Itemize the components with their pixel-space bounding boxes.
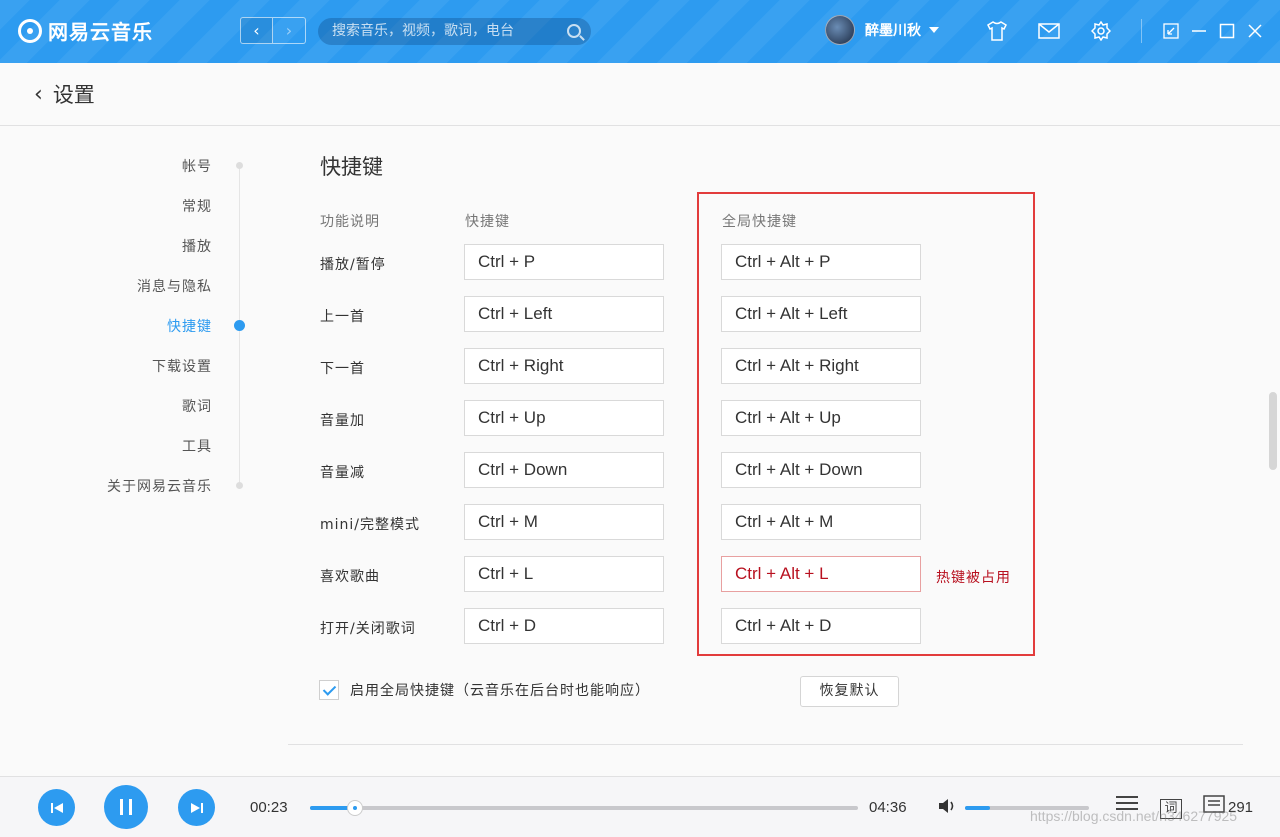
sidenav-item-playback[interactable]: 播放 <box>182 236 212 256</box>
current-time: 00:23 <box>250 799 288 816</box>
sidenav-item-lyrics[interactable]: 歌词 <box>182 396 212 416</box>
scrollbar-thumb[interactable] <box>1269 392 1277 470</box>
minimize-icon[interactable] <box>1190 22 1208 40</box>
volume-icon[interactable] <box>938 798 958 819</box>
player-bar: 00:23 04:36 词 291 https://blog.csdn.net/… <box>0 776 1280 837</box>
sidenav-dot <box>236 482 243 489</box>
search-icon[interactable] <box>567 24 581 38</box>
shortcut-label: 上一首 <box>320 309 365 325</box>
global-shortcuts-highlight-frame <box>697 192 1035 656</box>
section-divider <box>288 744 1243 745</box>
maximize-icon[interactable] <box>1218 22 1236 40</box>
shortcut-key-field[interactable]: Ctrl + Left <box>464 296 664 332</box>
section-title: 快捷键 <box>320 155 383 179</box>
progress-bar[interactable] <box>310 800 858 816</box>
total-time: 04:36 <box>869 799 907 816</box>
restore-default-button[interactable]: 恢复默认 <box>800 676 899 707</box>
search-input[interactable]: 搜索音乐，视频，歌词，电台 <box>318 18 591 45</box>
sidenav-item-download[interactable]: 下载设置 <box>152 356 212 376</box>
back-button[interactable]: ‹ <box>240 17 273 44</box>
shortcut-label: 播放/暂停 <box>320 257 386 273</box>
app-logo[interactable]: 网易云音乐 <box>18 16 153 45</box>
shortcut-key-field[interactable]: Ctrl + Up <box>464 400 664 436</box>
page-title: 设置 <box>52 83 95 107</box>
volume-fill <box>965 806 990 810</box>
sidenav-dot <box>236 162 243 169</box>
forward-button[interactable]: › <box>273 17 306 44</box>
shortcut-label: 打开/关闭歌词 <box>320 621 416 637</box>
toolbar-divider <box>1141 19 1142 43</box>
enable-global-checkbox[interactable] <box>319 680 339 700</box>
previous-icon <box>50 802 63 813</box>
gear-icon[interactable] <box>1089 19 1113 43</box>
back-arrow-icon[interactable]: ‹ <box>34 82 43 107</box>
shortcut-label: 喜欢歌曲 <box>320 569 380 585</box>
skin-shirt-icon[interactable] <box>985 19 1009 43</box>
sidenav-item-account[interactable]: 帐号 <box>182 156 212 176</box>
progress-knob[interactable] <box>347 800 364 816</box>
close-icon[interactable] <box>1246 22 1264 40</box>
enable-global-label[interactable]: 启用全局快捷键（云音乐在后台时也能响应） <box>350 680 650 700</box>
sidenav-item-shortcuts[interactable]: 快捷键 <box>167 316 212 336</box>
shortcut-key-field[interactable]: Ctrl + P <box>464 244 664 280</box>
pause-icon <box>120 799 132 815</box>
next-icon <box>190 802 203 813</box>
user-menu[interactable]: 醉墨川秋 <box>825 15 939 45</box>
chevron-down-icon[interactable] <box>929 27 939 33</box>
sidenav-item-privacy[interactable]: 消息与隐私 <box>137 276 212 296</box>
watermark: https://blog.csdn.net/n346277925 <box>1030 808 1238 824</box>
previous-track-button[interactable] <box>38 789 75 826</box>
window-controls <box>1162 22 1274 40</box>
shortcut-label: 音量减 <box>320 465 365 481</box>
netease-logo-icon <box>18 18 42 43</box>
top-toolbar <box>985 19 1274 43</box>
avatar[interactable] <box>825 15 855 45</box>
sidenav-item-general[interactable]: 常规 <box>182 196 212 216</box>
next-track-button[interactable] <box>178 789 215 826</box>
shortcut-key-field[interactable]: Ctrl + D <box>464 608 664 644</box>
username[interactable]: 醉墨川秋 <box>865 20 921 40</box>
sidenav-item-tools[interactable]: 工具 <box>182 436 212 456</box>
shortcut-label: 音量加 <box>320 413 365 429</box>
title-bar: 网易云音乐 ‹ › 搜索音乐，视频，歌词，电台 醉墨川秋 <box>0 0 1280 63</box>
pause-button[interactable] <box>104 785 148 829</box>
enable-global-shortcuts[interactable]: 启用全局快捷键（云音乐在后台时也能响应） <box>319 680 650 700</box>
history-nav: ‹ › <box>240 17 306 44</box>
shortcut-key-field[interactable]: Ctrl + M <box>464 504 664 540</box>
mail-icon[interactable] <box>1037 19 1061 43</box>
page-header: ‹ 设置 <box>0 63 1280 126</box>
column-header-shortcut: 快捷键 <box>465 214 510 230</box>
shortcut-key-field[interactable]: Ctrl + Right <box>464 348 664 384</box>
shortcut-key-field[interactable]: Ctrl + Down <box>464 452 664 488</box>
mini-mode-icon[interactable] <box>1162 22 1180 40</box>
shortcut-label: mini/完整模式 <box>320 517 421 533</box>
app-name: 网易云音乐 <box>48 20 153 44</box>
shortcut-label: 下一首 <box>320 361 365 377</box>
shortcut-key-field[interactable]: Ctrl + L <box>464 556 664 592</box>
sidenav-active-dot <box>234 320 245 331</box>
search-placeholder: 搜索音乐，视频，歌词，电台 <box>332 23 514 39</box>
column-header-function: 功能说明 <box>320 214 380 230</box>
sidenav-item-about[interactable]: 关于网易云音乐 <box>107 476 212 496</box>
